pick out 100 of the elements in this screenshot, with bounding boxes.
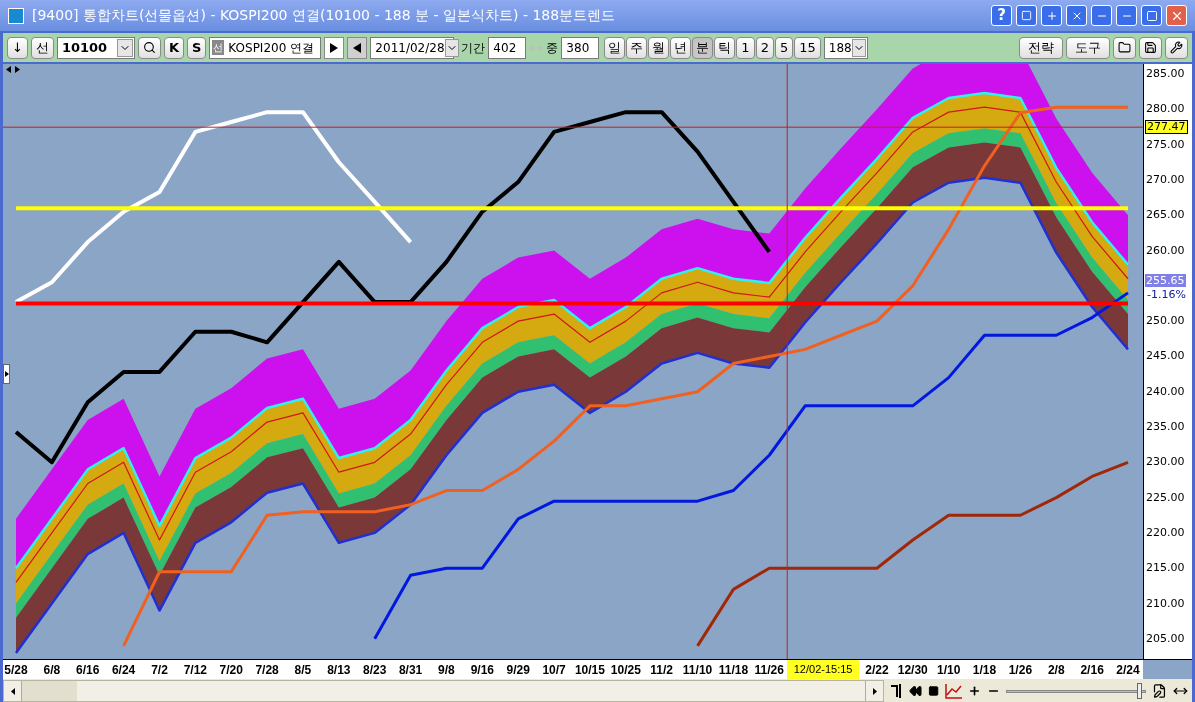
scroll-arrows-icon[interactable]: [6, 66, 20, 73]
axis-label: 7/20: [219, 663, 243, 677]
down-button[interactable]: ↓: [7, 36, 28, 59]
period-tab[interactable]: 일: [604, 36, 626, 59]
help-button[interactable]: ?: [991, 5, 1012, 26]
axis-label: 280.00: [1146, 102, 1185, 116]
s-button[interactable]: S: [187, 36, 207, 59]
axis-label: 2/22: [865, 663, 889, 677]
plus-icon: [1045, 9, 1058, 22]
axis-label: 250.00: [1146, 314, 1185, 328]
pin-button[interactable]: [1041, 5, 1062, 26]
code-field[interactable]: 10100: [56, 36, 135, 59]
step-line-icon[interactable]: [890, 683, 904, 699]
axis-label: 7/28: [255, 663, 279, 677]
strategy-button[interactable]: 전략: [1019, 36, 1063, 59]
period-tab[interactable]: 월: [648, 36, 670, 59]
wrench-icon: [1170, 41, 1183, 54]
maximize-button[interactable]: [1141, 5, 1162, 26]
axis-label: 230.00: [1146, 455, 1185, 469]
crosshair-time: 12/02-15:15: [787, 660, 859, 679]
interval-button[interactable]: 1: [736, 36, 755, 59]
axis-label: 2/8: [1047, 663, 1065, 677]
change-percent: -1.16%: [1147, 288, 1186, 302]
slider-thumb[interactable]: [1136, 683, 1142, 699]
axis-label: 11/18: [718, 663, 749, 677]
open-button[interactable]: [1113, 36, 1136, 59]
axis-label: 6/24: [111, 663, 136, 677]
axis-label: 9/29: [506, 663, 530, 677]
next-button[interactable]: [324, 36, 345, 59]
axis-label: 1/10: [936, 663, 961, 677]
minimize-button[interactable]: [1116, 5, 1137, 26]
tools-button[interactable]: 도구: [1066, 36, 1110, 59]
market-button[interactable]: 선: [30, 36, 54, 59]
dropdown-icon[interactable]: [851, 38, 866, 57]
period-label: 기간: [461, 39, 486, 57]
axis-label: 5/28: [4, 663, 28, 677]
edit-icon[interactable]: [1152, 683, 1168, 699]
axis-label: 9/8: [438, 663, 455, 677]
axis-label: 11/10: [682, 663, 713, 677]
play-icon: [330, 42, 339, 53]
axis-label: 285.00: [1146, 67, 1185, 80]
dropdown-icon[interactable]: [116, 38, 133, 57]
close-button[interactable]: [1166, 5, 1187, 26]
previous-button[interactable]: [347, 36, 368, 59]
list-button[interactable]: [1091, 5, 1112, 26]
close-chart-button[interactable]: [1066, 5, 1087, 26]
rewind-icon[interactable]: [909, 684, 923, 698]
restore-window-button[interactable]: [1016, 5, 1037, 26]
axis-label: 7/2: [151, 663, 168, 677]
crosshair-price: 277.47: [1145, 120, 1188, 135]
instrument-field[interactable]: 선 KOSPI200 연결: [209, 36, 322, 59]
axis-label: 10/7: [542, 663, 566, 677]
k-button[interactable]: K: [163, 36, 184, 59]
zoom-slider[interactable]: [1006, 683, 1147, 699]
search-icon: [142, 41, 156, 54]
axis-label: 8/13: [327, 663, 351, 677]
overlap-label: 중: [546, 39, 559, 57]
interval-button[interactable]: 5: [774, 36, 794, 59]
axis-label: 245.00: [1146, 349, 1185, 363]
period-tab[interactable]: 주: [626, 36, 648, 59]
axis-label: 6/16: [76, 663, 100, 677]
interval-button[interactable]: 15: [794, 36, 821, 59]
axis-label: 8/23: [363, 663, 387, 677]
axis-label: 225.00: [1146, 490, 1185, 504]
instrument-badge: 선: [212, 40, 225, 55]
scroll-thumb[interactable]: [22, 681, 77, 701]
axis-label: 6/8: [43, 663, 61, 677]
overlap-field[interactable]: 380: [561, 36, 600, 59]
folder-icon: [1118, 41, 1131, 54]
axis-label: 2/24: [1116, 663, 1140, 677]
axis-label: 8/5: [294, 663, 312, 677]
interval-button[interactable]: 2: [755, 36, 774, 59]
save-button[interactable]: [1139, 36, 1162, 59]
axis-label: 10/15: [574, 663, 605, 677]
period-tab[interactable]: 분: [692, 36, 714, 59]
settings-button[interactable]: [1165, 36, 1188, 59]
line-chart-icon[interactable]: [945, 683, 963, 699]
instrument-name: KOSPI200 연결: [228, 39, 315, 57]
back-icon: [353, 42, 362, 53]
dropdown-icon[interactable]: [444, 38, 459, 57]
stop-icon[interactable]: [928, 685, 940, 697]
period-tab[interactable]: 년: [670, 36, 692, 59]
square-icon: [1021, 10, 1032, 21]
axis-label: 2/16: [1080, 663, 1104, 677]
axis-label: 12/30: [897, 663, 928, 677]
axis-label: 1/26: [1008, 663, 1033, 677]
period-field[interactable]: 402: [488, 36, 527, 59]
axis-label: 260.00: [1146, 243, 1185, 257]
interval-field[interactable]: 188: [823, 36, 868, 59]
last-price: 255.65: [1145, 274, 1186, 288]
horizontal-scrollbar[interactable]: [3, 680, 885, 702]
side-handle[interactable]: [3, 364, 10, 384]
axis-label: 1/18: [972, 663, 997, 677]
axis-label: 275.00: [1146, 137, 1185, 151]
axis-label: 270.00: [1146, 172, 1185, 186]
search-button[interactable]: [137, 36, 161, 59]
zoom-in-icon[interactable]: [968, 684, 982, 698]
axis-label: 215.00: [1146, 561, 1185, 575]
save-icon: [1144, 41, 1157, 54]
period-tab[interactable]: 틱: [714, 36, 736, 59]
